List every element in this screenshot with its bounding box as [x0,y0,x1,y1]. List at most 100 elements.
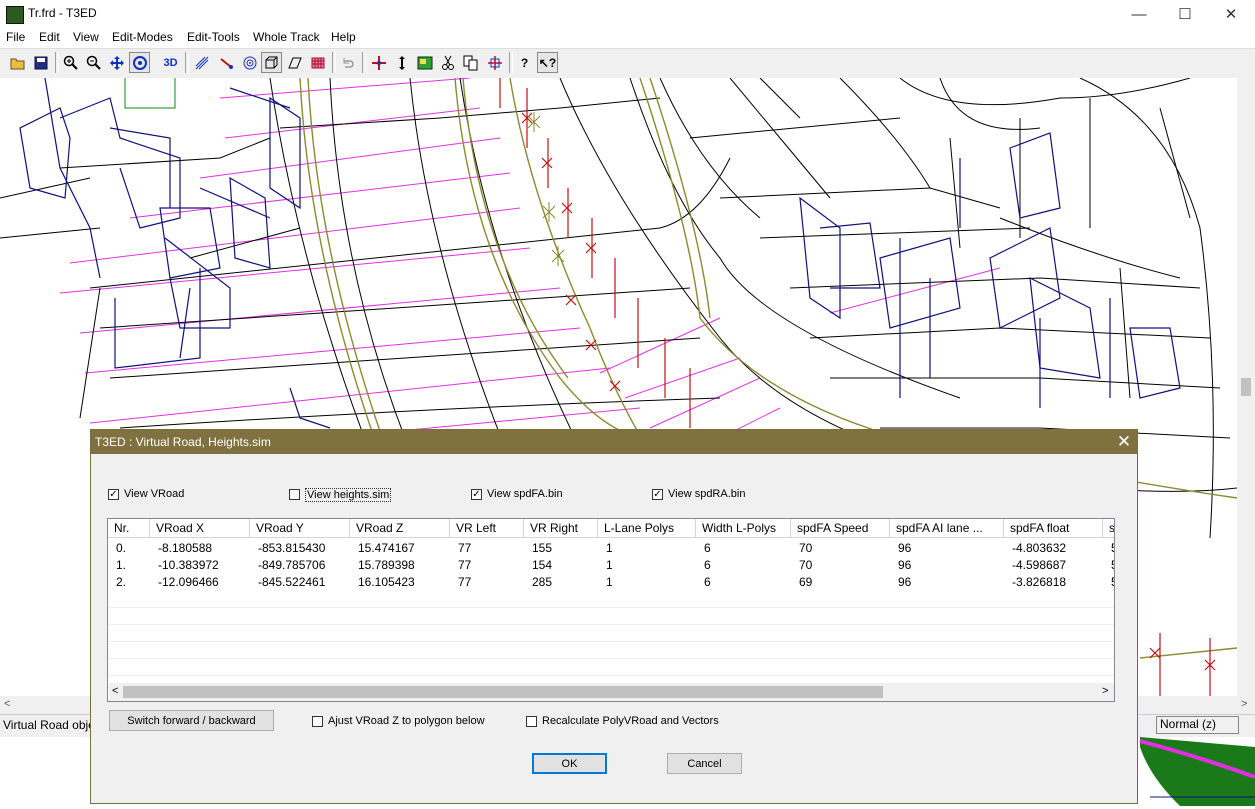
zoom-out-icon[interactable] [83,52,104,73]
recalculate-label: Recalculate PolyVRoad and Vectors [542,715,719,727]
target-icon[interactable] [239,52,260,73]
crosshair-icon[interactable] [368,52,389,73]
adjust-vroad-z-checkbox[interactable] [312,716,323,727]
table-cell: 5 [1103,540,1114,557]
table-scroll-left-icon[interactable]: < [112,685,118,697]
toolbar-separator [185,52,189,73]
vertical-scroll-thumb[interactable] [1241,378,1251,396]
dialog-close-icon[interactable]: ✕ [1111,430,1137,454]
scroll-right-icon[interactable]: > [1241,698,1247,710]
help-icon[interactable]: ? [514,52,535,73]
olive-markers [527,112,565,266]
open-icon[interactable] [7,52,28,73]
column-header-vr-left[interactable]: VR Left [450,519,524,538]
table-scroll-right-icon[interactable]: > [1102,685,1108,697]
copy-icon[interactable] [460,52,481,73]
scroll-left-icon[interactable]: < [4,698,10,710]
close-icon[interactable]: ✕ [1208,0,1254,28]
table-row[interactable]: 2. -12.096466 -845.522461 16.105423 77 2… [108,574,1114,591]
window-title: Tr.frd - T3ED [28,6,97,20]
table-cell: 2. [116,575,127,589]
image-icon[interactable] [414,52,435,73]
view-heights-label: View heights.sim [305,488,392,502]
menu-edit-modes[interactable]: Edit-Modes [112,30,173,44]
minimize-icon[interactable]: — [1116,0,1162,28]
column-header-nr[interactable]: Nr. [108,519,150,538]
select-icon[interactable] [191,52,212,73]
column-header-vroad-x[interactable]: VRoad X [150,519,250,538]
ok-button[interactable]: OK [532,753,607,774]
table-horizontal-scrollbar[interactable]: < > [109,683,1114,701]
zoom-in-icon[interactable] [60,52,81,73]
view-spdra-label: View spdRA.bin [668,488,746,500]
menu-edit-tools[interactable]: Edit-Tools [187,30,240,44]
table-cell: 96 [898,541,912,555]
view-spdfa-checkbox[interactable]: ✓ [471,489,482,500]
vroad-table[interactable]: Nr. VRoad X VRoad Y VRoad Z VR Left VR R… [107,518,1115,702]
table-cell: -10.383972 [158,558,219,572]
table-cell: 285 [532,575,553,589]
move-icon[interactable] [106,52,127,73]
rotate-icon[interactable] [129,52,150,73]
plane-icon[interactable] [284,52,305,73]
menu-view[interactable]: View [73,30,99,44]
vertical-arrow-icon[interactable] [391,52,412,73]
column-header-spdfa-float[interactable]: spdFA float [1004,519,1103,538]
cube-icon[interactable] [261,52,282,73]
empty-rows [108,591,1114,683]
save-icon[interactable] [30,52,51,73]
table-cell: 5 [1103,557,1114,574]
switch-direction-button[interactable]: Switch forward / backward [109,710,274,731]
green-lines [124,78,176,109]
table-cell: 69 [799,575,813,589]
table-cell: -849.785706 [258,558,326,572]
view-heights-checkbox[interactable] [289,489,300,500]
context-help-icon[interactable]: ↖? [537,52,558,73]
table-cell: 96 [898,558,912,572]
3d-icon[interactable]: 3D [160,52,181,73]
table-scroll-thumb[interactable] [123,686,883,698]
table-cell: 77 [458,541,472,555]
column-header-s[interactable]: s [1103,519,1114,538]
menu-edit[interactable]: Edit [39,30,60,44]
cut-icon[interactable] [437,52,458,73]
menu-whole-track[interactable]: Whole Track [253,30,320,44]
column-header-vroad-z[interactable]: VRoad Z [350,519,450,538]
table-row[interactable]: 1. -10.383972 -849.785706 15.789398 77 1… [108,557,1114,574]
table-row[interactable]: 0. -8.180588 -853.815430 15.474167 77 15… [108,540,1114,557]
table-cell: 77 [458,575,472,589]
menu-help[interactable]: Help [331,30,356,44]
table-cell: 77 [458,558,472,572]
table-cell: -3.826818 [1012,575,1067,589]
maximize-icon[interactable]: ☐ [1162,0,1208,28]
window-titlebar [0,0,1255,28]
adjust-vroad-z-label: Ajust VRoad Z to polygon below [328,715,485,727]
column-header-spdfa-speed[interactable]: spdFA Speed [791,519,890,538]
column-header-width-l-polys[interactable]: Width L-Polys [696,519,791,538]
undo-icon[interactable] [337,52,358,73]
column-header-vr-right[interactable]: VR Right [524,519,598,538]
view-vroad-checkbox[interactable]: ✓ [108,489,119,500]
table-cell: 6 [704,575,711,589]
table-cell: 16.105423 [358,575,415,589]
cancel-button[interactable]: Cancel [667,753,742,774]
paste-icon[interactable] [484,52,505,73]
table-cell: -12.096466 [158,575,219,589]
table-cell: 1. [116,558,127,572]
grid-icon[interactable] [307,52,328,73]
menu-file[interactable]: File [6,30,25,44]
table-cell: 0. [116,541,127,555]
table-cell: 154 [532,558,553,572]
table-cell: 96 [898,575,912,589]
column-header-vroad-y[interactable]: VRoad Y [250,519,350,538]
table-cell: -845.522461 [258,575,326,589]
recalculate-checkbox[interactable] [526,716,537,727]
view-spdra-checkbox[interactable]: ✓ [652,489,663,500]
vertical-scrollbar[interactable] [1237,78,1255,696]
table-cell: 155 [532,541,553,555]
column-header-l-lane-polys[interactable]: L-Lane Polys [598,519,696,538]
table-cell: 15.789398 [358,558,415,572]
line-icon[interactable] [216,52,237,73]
column-header-spdfa-ai-lane[interactable]: spdFA AI lane ... [890,519,1004,538]
dialog-title: T3ED : Virtual Road, Heights.sim [95,435,271,449]
